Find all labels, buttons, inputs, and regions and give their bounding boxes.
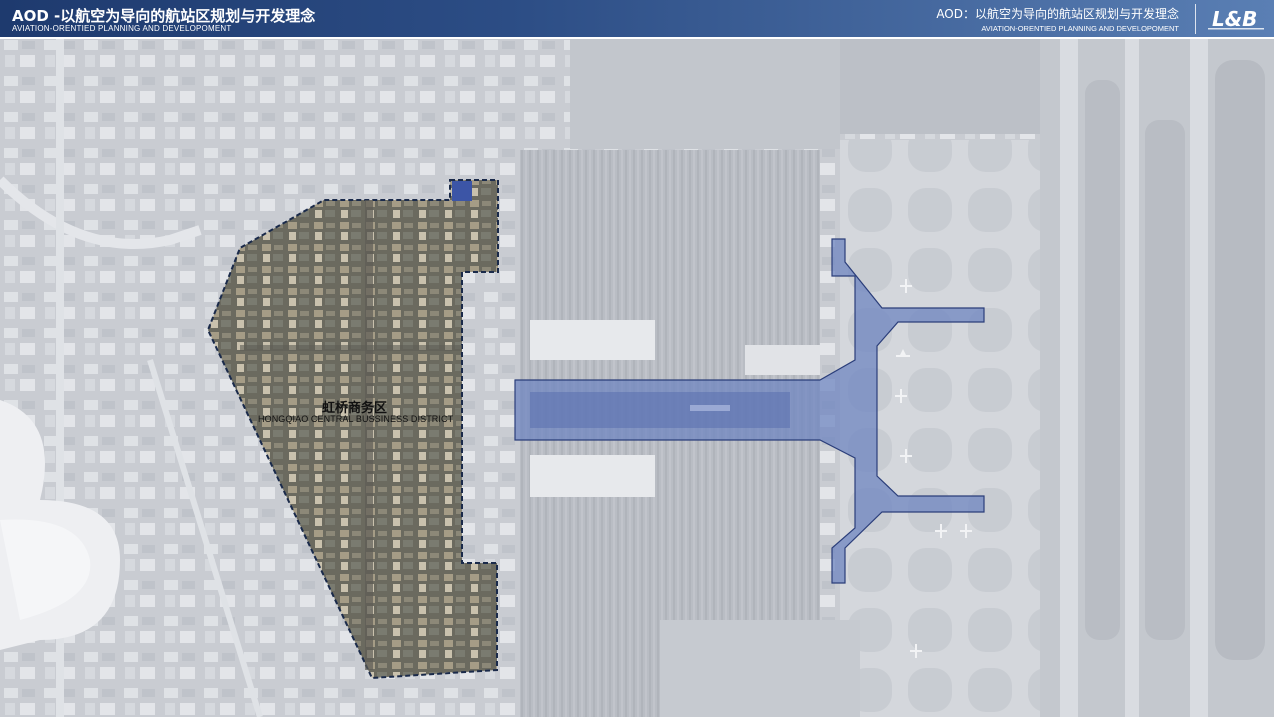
page-title: AOD -以航空为导向的航站区规划与开发理念 [12,7,316,25]
cbd-road-2 [240,345,462,351]
cbd-blue-block [452,181,472,201]
runway-3 [1190,39,1208,717]
station-roof-south [530,455,655,497]
runway-2 [1125,39,1139,717]
section-title: AOD：以航空为导向的航站区规划与开发理念 [936,7,1179,21]
company-logo: L&B [1208,7,1264,31]
urban-north [570,39,840,149]
site-map [0,39,1274,717]
logo-text: L&B [1212,7,1257,31]
station-roof-mid [745,345,820,375]
platform-marking [690,405,730,411]
taxi-area-3 [1215,60,1265,660]
taxi-area [1085,80,1120,640]
page-subtitle: AVIATION-ORENTIED PLANNING AND DEVELOPOM… [12,24,232,33]
district-label-en: HONGQIAO CENTRAL BUSSINESS DISTRICT [258,414,454,424]
header-divider [1195,4,1196,34]
urban-northeast [840,39,1040,134]
station-roof-north [530,320,655,360]
urban-south [660,620,860,717]
section-subtitle: AVIATION-ORENTIED PLANNING AND DEVELOPOM… [981,24,1179,33]
station-concourse [530,392,790,428]
runway-1 [1060,39,1078,717]
cbd-road-1 [365,200,373,670]
header-bar: AOD -以航空为导向的航站区规划与开发理念 AVIATION-ORENTIED… [0,0,1274,37]
taxi-area-2 [1145,120,1185,640]
